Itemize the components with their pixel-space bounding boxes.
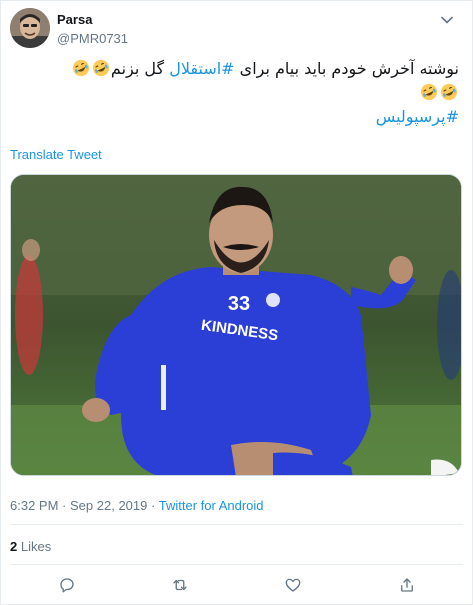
likes-count: 2 [10,539,18,554]
tweet-photo[interactable]: 33 KINDNESS [10,174,462,476]
tweet-time[interactable]: 6:32 PM [10,498,58,513]
meta-separator: · [151,498,156,513]
share-icon[interactable] [395,573,419,597]
divider [10,564,463,565]
action-bar [1,573,472,597]
tweet-line-3: #پرسپولیس [11,105,459,129]
chevron-down-icon[interactable] [440,13,454,27]
tweet-text: نوشته آخرش خودم باید بیام برای #استقلال … [11,57,459,129]
reply-icon[interactable] [55,573,79,597]
display-name[interactable]: Parsa [57,12,128,28]
laughing-emoji-icon [92,59,110,77]
jersey-number: 33 [228,293,250,315]
hashtag-link[interactable]: #پرسپولیس [376,107,459,126]
tweet-card: Parsa @PMR0731 نوشته آخرش خودم باید بیام… [0,0,473,605]
tweet-date[interactable]: Sep 22, 2019 [70,498,147,513]
laughing-emoji-icon [440,83,458,101]
heart-icon[interactable] [281,573,305,597]
retweet-icon[interactable] [168,573,192,597]
laughing-emoji-icon [72,59,90,77]
tweet-meta: 6:32 PM · Sep 22, 2019 · Twitter for And… [10,498,264,514]
divider [10,524,463,525]
avatar[interactable] [10,8,50,48]
hashtag-link[interactable]: #استقلال [169,59,234,78]
meta-separator: · [62,498,67,513]
likes-stat[interactable]: 2 Likes [10,539,51,555]
tweet-text-part1: نوشته آخرش خودم باید بیام برای [234,59,459,78]
tweet-source-link[interactable]: Twitter for Android [159,498,264,513]
translate-tweet-link[interactable]: Translate Tweet [10,147,102,163]
tweet-line-1: نوشته آخرش خودم باید بیام برای #استقلال … [11,57,459,81]
tweet-line-2 [11,81,459,105]
user-names: Parsa @PMR0731 [57,12,128,48]
likes-label: Likes [20,539,52,554]
user-handle[interactable]: @PMR0731 [57,30,128,48]
laughing-emoji-icon [420,83,438,101]
tweet-text-part2: گل بزنم [110,59,170,78]
